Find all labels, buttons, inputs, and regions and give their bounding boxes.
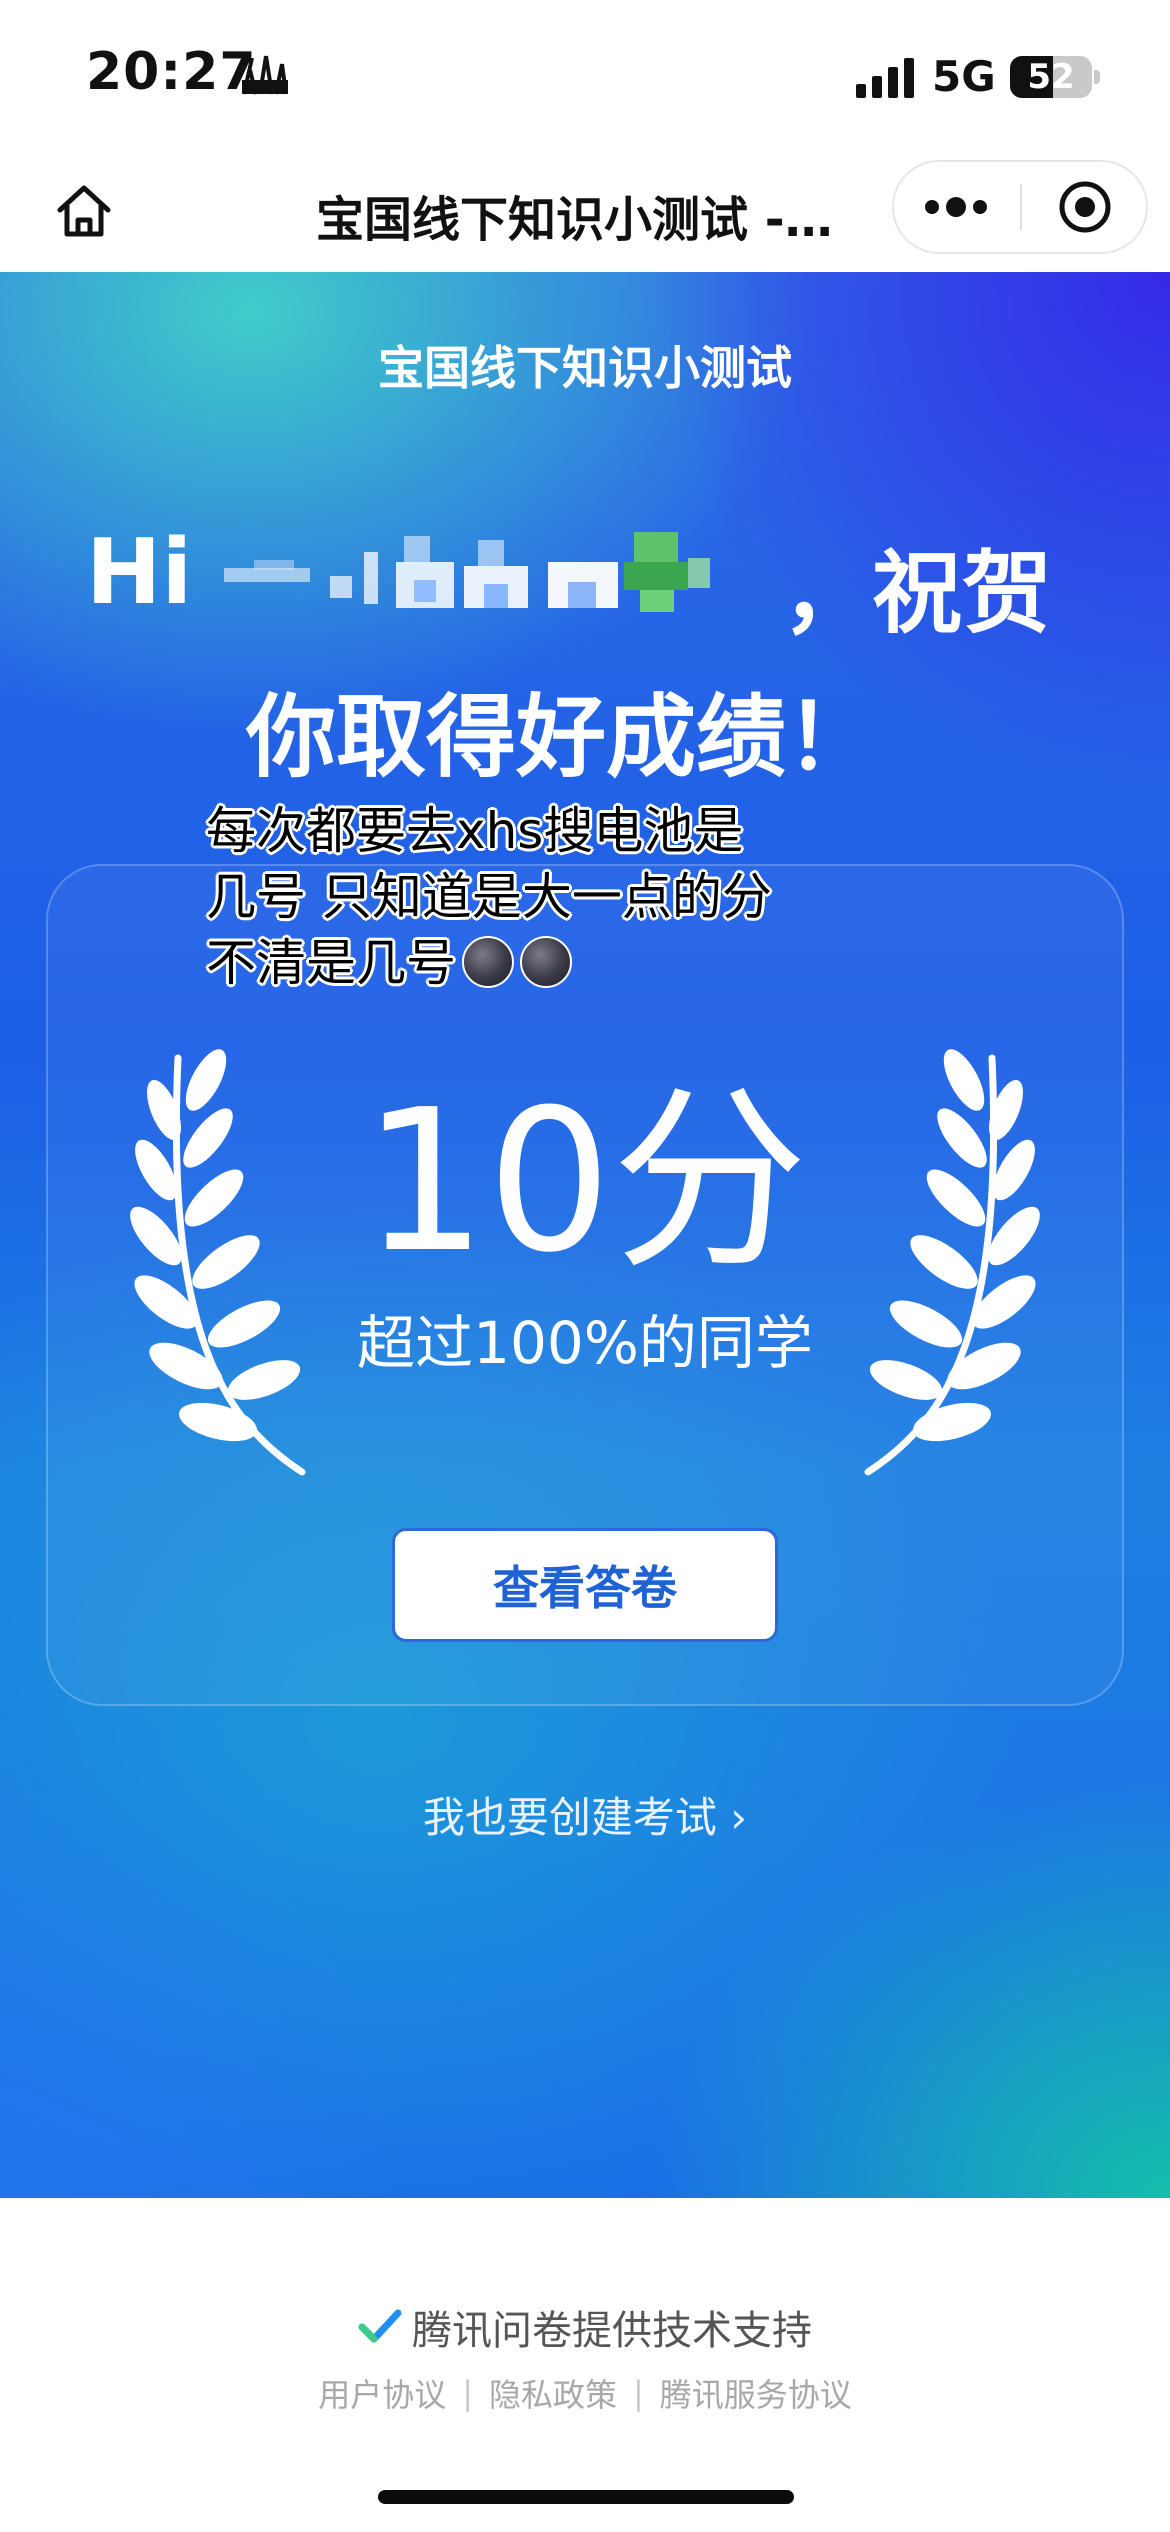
note-line: 不清是几号 (206, 930, 826, 996)
powered-by: 腾讯问卷提供技术支持 (0, 2298, 1170, 2356)
focus-mode-icon (242, 55, 288, 95)
new-moon-face-icon (520, 936, 572, 988)
status-time: 20:27 (86, 42, 257, 102)
close-button[interactable] (1024, 162, 1146, 252)
footer-links: 用户协议 | 隐私政策 | 腾讯服务协议 (0, 2370, 1170, 2416)
note-line-text: 不清是几号 (206, 934, 456, 992)
view-answers-button[interactable]: 查看答卷 (392, 1528, 778, 1642)
new-moon-face-icon (462, 936, 514, 988)
network-type: 5G (932, 52, 996, 101)
greeting-message: 你取得好成绩！ (246, 685, 876, 790)
battery-level: 52 (1027, 57, 1075, 97)
annotation-note: 每次都要去xhs搜电池是 几号 只知道是大一点的分 不清是几号 (206, 798, 826, 996)
powered-by-text: 腾讯问卷提供技术支持 (412, 2308, 812, 2354)
status-bar: 20:27 5G 52 (0, 0, 1170, 150)
home-button[interactable] (48, 174, 120, 246)
footer: 腾讯问卷提供技术支持 用户协议 | 隐私政策 | 腾讯服务协议 (0, 2198, 1170, 2532)
create-exam-link[interactable]: 我也要创建考试 › (0, 1784, 1170, 1845)
page-title: 宝国线下知识小测试 -… (316, 192, 833, 248)
more-button[interactable] (894, 162, 1018, 252)
target-close-icon (1059, 181, 1111, 233)
privacy-policy-link[interactable]: 隐私政策 (473, 2370, 633, 2416)
footer-separator: | (633, 2374, 644, 2412)
result-hero: 宝国线下知识小测试 Hi ，祝贺 你取得好成绩！ 每次都要去xhs搜电池是 几号… (0, 272, 1170, 2198)
tencent-service-agreement-link[interactable]: 腾讯服务协议 (644, 2370, 868, 2416)
note-line: 每次都要去xhs搜电池是 (206, 802, 744, 860)
redacted-name (224, 532, 710, 612)
battery-icon: 52 (1010, 56, 1092, 98)
home-icon (57, 185, 111, 237)
tencent-survey-logo-icon (358, 2309, 402, 2343)
quiz-title: 宝国线下知识小测试 (378, 341, 792, 395)
score-value: 10分 (362, 1068, 808, 1296)
score-percentile: 超过100%的同学 (357, 1309, 813, 1377)
battery-tip (1094, 70, 1100, 84)
capsule-divider (1020, 184, 1022, 230)
greeting-hi: Hi (86, 520, 193, 625)
mini-program-nav-bar: 宝国线下知识小测试 -… (0, 150, 1170, 272)
greeting-suffix: ，祝贺 (782, 541, 1052, 646)
signal-icon (856, 58, 914, 98)
capsule-menu (892, 160, 1148, 254)
user-agreement-link[interactable]: 用户协议 (302, 2370, 462, 2416)
note-line: 几号 只知道是大一点的分 (206, 868, 772, 926)
more-dots-icon (925, 197, 987, 217)
home-indicator[interactable] (378, 2490, 794, 2504)
footer-separator: | (462, 2374, 473, 2412)
